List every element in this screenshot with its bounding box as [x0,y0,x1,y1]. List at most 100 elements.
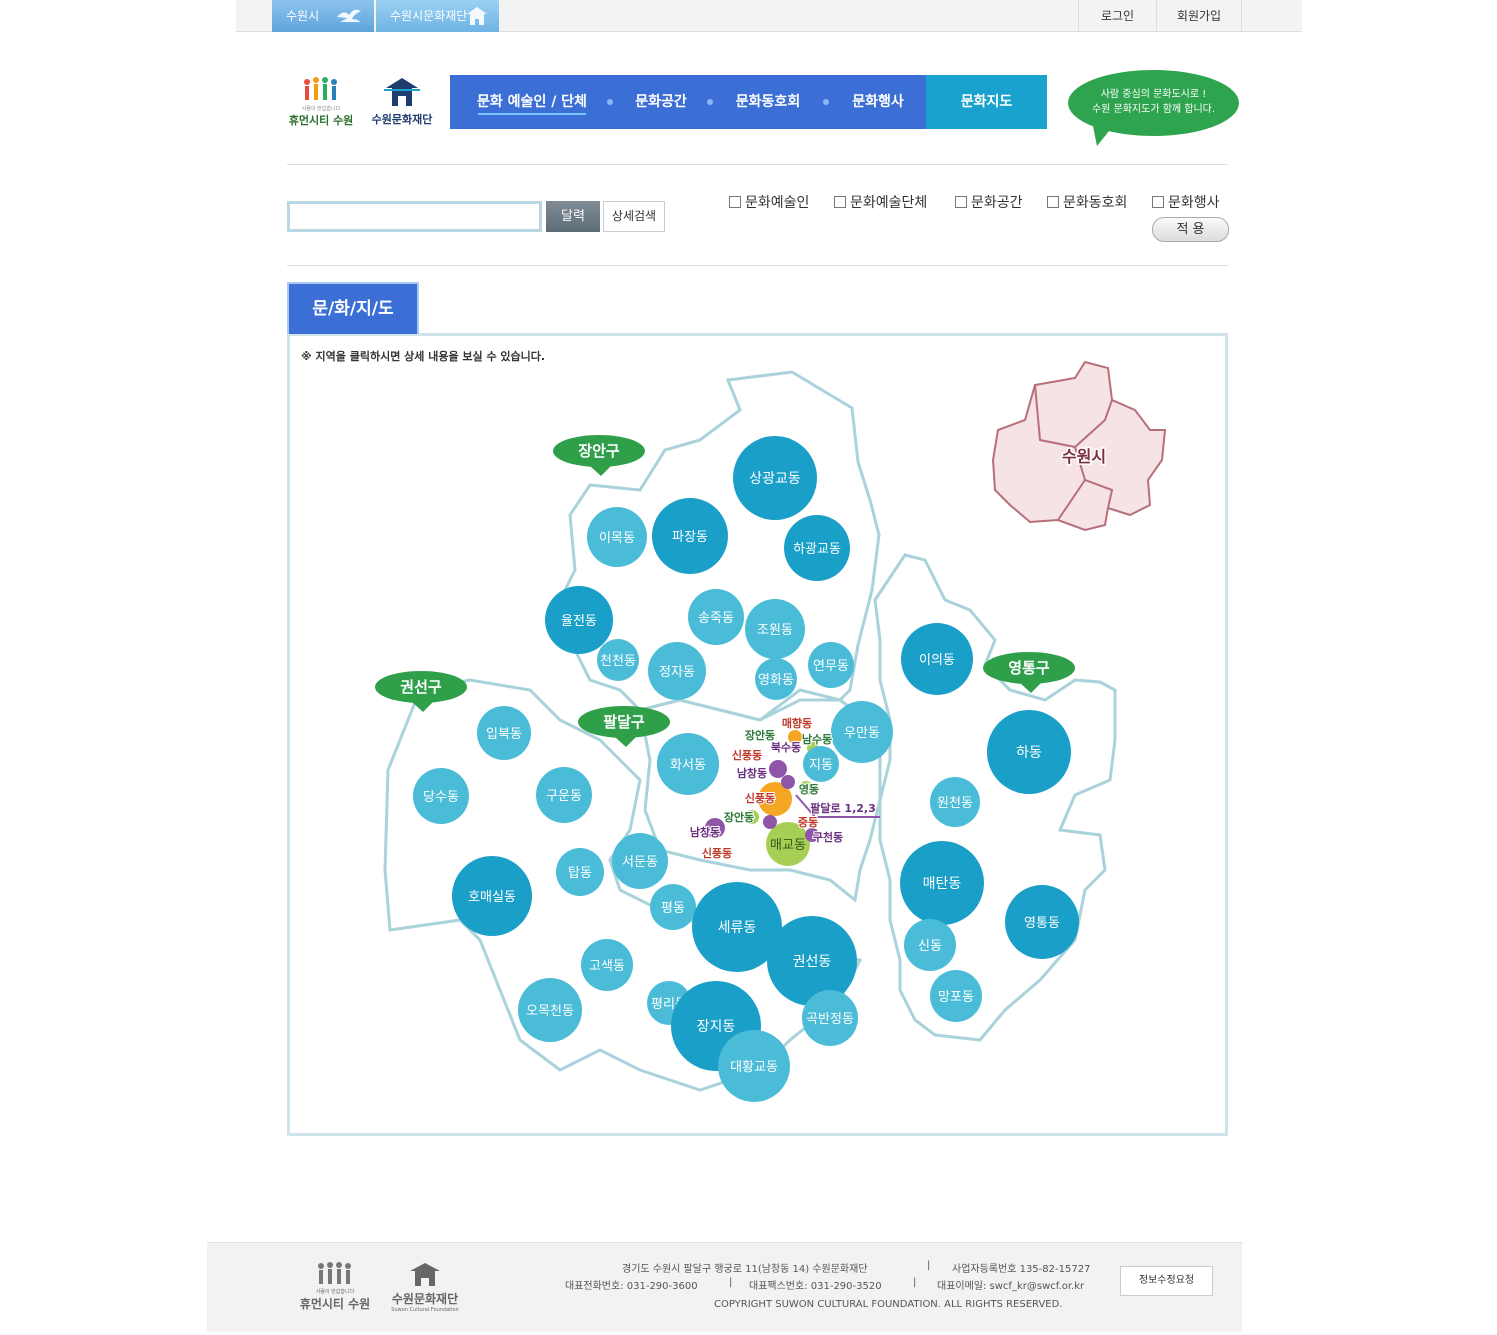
footer-foundation-logo: 수원문화재단 Suwon Cultural Foundation [379,1261,471,1313]
dong-bubble[interactable]: 서둔동 [612,833,668,889]
footer-copyright: COPYRIGHT SUWON CULTURAL FOUNDATION. ALL… [714,1299,1063,1310]
dong-bubble[interactable]: 신동 [904,919,956,971]
small-dong-label[interactable]: 신풍동 [701,845,733,861]
dong-bubble[interactable]: 호매실동 [452,856,532,936]
dong-bubble[interactable]: 율전동 [545,586,613,654]
dong-bubble[interactable]: 고색동 [581,939,633,991]
dong-bubble[interactable]: 매교동 [770,838,806,853]
dong-bubble[interactable]: 연무동 [808,642,854,688]
footer-email: 대표이메일: swcf_kr@swcf.or.kr [937,1281,1085,1292]
dong-bubble[interactable]: 이목동 [587,507,647,567]
dong-bubble[interactable]: 영화동 [755,658,797,700]
dong-bubble[interactable]: 이의동 [901,623,973,695]
footer-address: 경기도 수원시 팔달구 행궁로 11(남창동 14) 수원문화재단 [622,1264,868,1275]
dong-label: 대황교동 [730,1060,778,1075]
dong-bubble[interactable]: 원천동 [930,777,980,827]
footer-logo-city-text: 휴먼시티 수원 [299,1297,371,1311]
dong-label: 화서동 [670,758,706,773]
district-label: 장안구 [578,442,620,460]
dong-bubble[interactable]: 망포동 [930,970,982,1022]
dong-label: 송죽동 [698,611,734,626]
dong-label: 망포동 [938,990,974,1005]
footer-humancity-logo: 사람이 반갑습니다 휴먼시티 수원 [299,1261,371,1312]
dong-bubble[interactable]: 구운동 [536,767,592,823]
dong-label: 원천동 [937,796,973,811]
suwon-inset-map[interactable]: 수원시 [991,360,1167,532]
dong-label: 오목천동 [526,1004,574,1019]
small-dong-label[interactable]: 장안동 [723,809,755,825]
small-dong-label[interactable]: 남창동 [689,824,721,840]
dong-label: 천천동 [600,654,636,669]
dong-label: 매탄동 [923,876,962,892]
dong-bubble[interactable]: 송죽동 [688,589,744,645]
dong-label: 파장동 [672,530,708,545]
inset-label: 수원시 [1062,447,1106,466]
footer-separator: | [927,1260,931,1271]
dong-bubble[interactable]: 조원동 [745,599,805,659]
dong-label: 입북동 [486,727,522,742]
dong-bubble[interactable]: 파장동 [652,498,728,574]
small-dong-label[interactable]: 북수동 [770,739,802,755]
dong-bubble[interactable]: 탑동 [556,848,604,896]
small-dong-label[interactable]: 장안동 [744,727,776,743]
suwon-map: 수원시 장안구 권선구 팔달구 영통구 상광교동이목동 파장동하광교동율전동 송죽동… [375,360,1167,1102]
jung-dong-marker[interactable] [763,815,777,829]
dong-label: 영화동 [758,673,794,688]
dong-bubble[interactable]: 매탄동 [900,841,984,925]
dong-label: 서둔동 [622,855,658,870]
dong-label: 이목동 [599,531,635,546]
small-dong-label[interactable]: 영동 [798,782,820,797]
dong-label: 구운동 [546,789,582,804]
dong-bubble[interactable]: 화서동 [657,733,719,795]
dong-bubble[interactable]: 곡반정동 [802,990,858,1046]
small-dong-label[interactable]: 남창동 [736,765,768,781]
district-label: 권선구 [400,678,442,696]
dong-label: 장지동 [697,1019,736,1035]
dong-bubble[interactable]: 지동 [803,746,839,782]
dong-label: 탑동 [568,866,592,881]
dong-bubble[interactable]: 상광교동 [733,436,817,520]
dong-bubble[interactable]: 대황교동 [718,1030,790,1102]
small-dong-label[interactable]: 구천동 [812,829,844,845]
dong-label: 당수동 [423,790,459,805]
fortress-gate-logo-icon [410,1263,440,1286]
dong-bubble[interactable]: 영통동 [1005,885,1079,959]
dong-label: 하광교동 [793,542,841,557]
small-dong-label[interactable]: 중동 [797,815,819,830]
dong-label: 율전동 [561,614,597,629]
footer-biz-no: 사업자등록번호 135-82-15727 [952,1264,1091,1275]
dong-bubble[interactable]: 오목천동 [518,978,582,1042]
dong-bubble[interactable]: 당수동 [413,768,469,824]
district-label: 영통구 [1008,659,1050,677]
buksu-dong-marker[interactable] [781,775,795,789]
district-yeongtong-gu[interactable]: 영통구 [983,652,1075,693]
footer: 사람이 반갑습니다 휴먼시티 수원 수원문화재단 Suwon Cultural … [207,1242,1242,1332]
namchang-dong-marker[interactable] [769,760,787,778]
dong-label: 고색동 [589,959,625,974]
yeongtong-gu-outline[interactable] [873,553,1117,1042]
dong-bubble[interactable]: 천천동 [597,639,639,681]
small-dong-label[interactable]: 남수동 [801,732,833,747]
dong-bubble[interactable]: 하광교동 [784,515,850,581]
footer-separator: | [913,1277,917,1288]
dong-bubble[interactable]: 하동 [987,710,1071,794]
footer-separator: | [729,1277,733,1288]
dong-label: 이의동 [919,653,955,668]
footer-logo-foundation-text: 수원문화재단 [391,1292,459,1306]
dong-bubble[interactable]: 정자동 [648,642,706,700]
edit-request-button[interactable]: 정보수정요청 [1120,1266,1213,1296]
district-gwonseon-gu[interactable]: 권선구 [375,671,467,712]
dong-label: 우만동 [844,726,880,741]
dong-label: 세류동 [718,920,757,936]
dong-bubble[interactable]: 입북동 [477,706,531,760]
small-dong-label[interactable]: 신풍동 [744,790,776,806]
dong-bubble[interactable]: 우만동 [831,701,893,763]
district-jangan-gu[interactable]: 장안구 [553,435,645,476]
dong-label: 신동 [918,939,942,954]
small-dong-label[interactable]: 신풍동 [731,747,763,763]
district-paldal-gu[interactable]: 팔달구 [578,706,670,747]
small-dong-label[interactable]: 팔달로 1,2,3 [809,800,877,816]
small-dong-label[interactable]: 매향동 [781,715,813,731]
dong-bubble[interactable]: 권선동 [767,916,857,1006]
dong-bubble[interactable]: 평동 [650,884,696,930]
